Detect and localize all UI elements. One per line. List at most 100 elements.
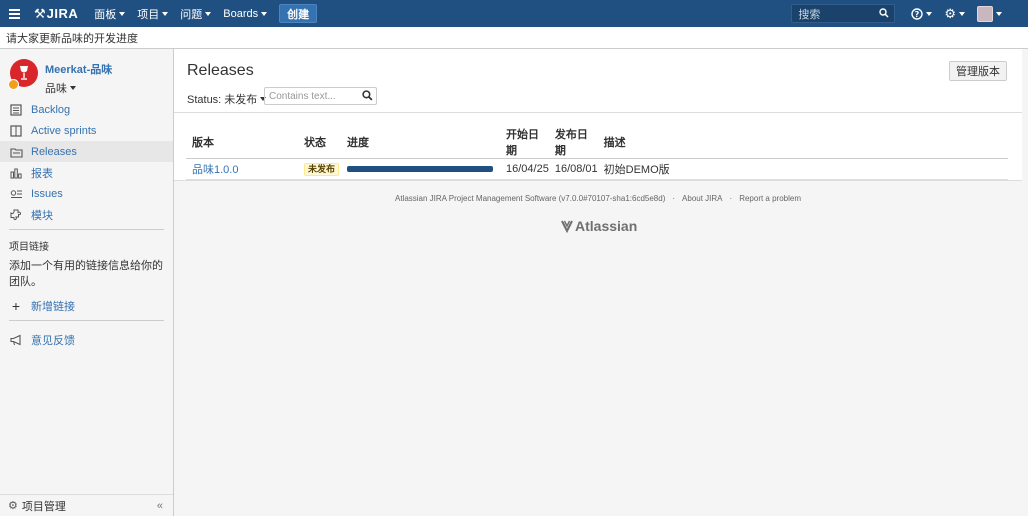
sidebar-item-releases[interactable]: Releases — [0, 141, 173, 162]
nav-dashboards-label: 面板 — [94, 8, 117, 21]
sidebar-item-backlog[interactable]: Backlog — [0, 99, 173, 120]
jira-logo[interactable]: ⚒ JIRA — [34, 6, 78, 22]
chevron-down-icon — [261, 11, 268, 16]
sidebar-item-active-sprints[interactable]: Active sprints — [0, 120, 173, 141]
sidebar-item-label: Issues — [31, 187, 63, 200]
report-problem-link[interactable]: Report a problem — [739, 194, 801, 203]
description: 初始DEMO版 — [597, 158, 1008, 180]
releases-icon — [9, 145, 23, 159]
feedback-link[interactable]: 意见反馈 — [0, 329, 173, 350]
sidebar-item-label: 模块 — [31, 209, 53, 222]
sidebar-item-components[interactable]: 模块 — [0, 204, 173, 225]
feedback-label: 意见反馈 — [31, 334, 75, 347]
search-icon — [362, 90, 373, 101]
project-admin-label: 项目管理 — [21, 500, 66, 513]
nav-issues-label: 问题 — [180, 8, 203, 21]
project-sidebar: Meerkat-品味 品味 Backlog Active sprints Rel… — [0, 49, 174, 516]
sidebar-item-issues[interactable]: Issues — [0, 183, 173, 204]
sidebar-divider — [9, 229, 164, 230]
header-divider — [174, 112, 1022, 113]
search-placeholder: 搜索 — [798, 8, 821, 21]
versions-table: 版本 状态 进度 开始日期 发布日期 描述 品味1.0.0 未发布 16/04/… — [186, 126, 1008, 180]
project-header: Meerkat-品味 品味 — [0, 49, 173, 97]
page-scrollbar[interactable] — [1022, 49, 1028, 516]
nav-projects[interactable]: 项目 — [131, 0, 174, 27]
jira-logo-icon: ⚒ — [34, 5, 46, 21]
gear-icon: ⚙ — [8, 500, 18, 512]
chevron-down-icon — [70, 86, 76, 90]
backlog-icon — [9, 103, 23, 117]
nav-dashboards[interactable]: 面板 — [88, 0, 131, 27]
components-icon — [9, 208, 23, 222]
atlassian-logo-text: Atlassian — [575, 218, 638, 234]
sidebar-item-reports[interactable]: 报表 — [0, 162, 173, 183]
create-button[interactable]: 创建 — [279, 4, 318, 23]
top-navigation-bar: ⚒ JIRA 面板 项目 问题 Boards 创建 搜索 ? ⚙ — [0, 0, 1028, 27]
add-link-button[interactable]: + 新增链接 — [0, 295, 173, 316]
search-icon — [879, 8, 889, 18]
gear-icon: ⚙ — [944, 5, 956, 21]
project-admin-link[interactable]: ⚙ 项目管理 « — [0, 494, 173, 516]
column-header-start-date: 开始日期 — [500, 126, 549, 159]
sidebar-item-label: Active sprints — [31, 124, 97, 137]
version-search-input[interactable]: Contains text... — [264, 87, 377, 105]
page-footer: Atlassian JIRA Project Management Softwa… — [394, 194, 801, 203]
atlassian-logo-icon — [561, 220, 573, 233]
issues-icon — [9, 187, 23, 201]
about-jira-link[interactable]: About JIRA — [682, 194, 722, 203]
project-links-description: 添加一个有用的链接信息给你的团队。 — [9, 260, 163, 288]
nav-boards[interactable]: Boards — [217, 0, 273, 27]
software-version-text: Atlassian JIRA Project Management Softwa… — [394, 194, 666, 203]
progress-bar-fill — [347, 166, 493, 172]
release-date: 16/08/01 — [548, 158, 598, 180]
version-search-placeholder: Contains text... — [269, 90, 336, 102]
sidebar-item-label: 报表 — [31, 167, 53, 180]
sidebar-nav: Backlog Active sprints Releases 报表 Issue… — [0, 99, 173, 225]
megaphone-icon — [9, 333, 23, 347]
nav-boards-label: Boards — [223, 7, 259, 20]
project-avatar[interactable] — [8, 59, 38, 90]
chevron-down-icon — [119, 11, 126, 16]
sidebar-item-label: Backlog — [31, 103, 71, 116]
wine-glass-icon — [20, 66, 28, 80]
nav-issues[interactable]: 问题 — [174, 0, 217, 27]
app-switcher-icon[interactable] — [0, 0, 28, 27]
user-profile-menu[interactable] — [971, 0, 1008, 27]
board-icon — [9, 124, 23, 138]
reports-icon — [9, 166, 23, 180]
project-type-badge — [8, 79, 19, 90]
progress-bar[interactable] — [347, 166, 493, 172]
table-row: 品味1.0.0 未发布 16/04/25 16/08/01 初始DEMO版 — [186, 158, 1008, 180]
atlassian-logo[interactable]: Atlassian — [560, 218, 637, 234]
manage-versions-button[interactable]: 管理版本 — [949, 61, 1007, 81]
help-icon: ? — [911, 7, 924, 20]
status-badge: 未发布 — [304, 162, 340, 176]
sidebar-divider — [9, 320, 164, 321]
plus-icon: + — [11, 297, 21, 314]
help-menu[interactable]: ? — [905, 0, 938, 27]
chevron-down-icon — [996, 11, 1002, 16]
page-title: Releases — [187, 62, 254, 79]
column-header-release-date: 发布日期 — [548, 126, 598, 159]
project-name-link[interactable]: Meerkat-品味 — [45, 61, 112, 77]
svg-text:?: ? — [915, 10, 920, 19]
nav-right-tools: 搜索 ? ⚙ — [791, 0, 1028, 27]
nav-projects-label: 项目 — [137, 8, 160, 21]
chevron-down-icon — [959, 11, 965, 16]
quick-search-input[interactable]: 搜索 — [791, 4, 896, 23]
collapse-sidebar-icon[interactable]: « — [157, 500, 163, 512]
start-date: 16/04/25 — [500, 158, 549, 180]
version-link[interactable]: 品味1.0.0 — [192, 164, 238, 176]
column-header-progress: 进度 — [341, 126, 500, 159]
column-header-version[interactable]: 版本 — [186, 126, 298, 159]
project-links-title: 项目链接 — [9, 242, 49, 253]
chevron-down-icon — [162, 11, 169, 16]
status-filter-label: Status: 未发布 — [187, 94, 258, 106]
table-header-row: 版本 状态 进度 开始日期 发布日期 描述 — [186, 126, 1008, 159]
jira-logo-text: JIRA — [46, 6, 79, 21]
announcement-banner: 请大家更新品味的开发进度 — [0, 27, 1028, 49]
status-filter-dropdown[interactable]: Status: 未发布 — [187, 91, 267, 107]
user-avatar — [977, 5, 993, 22]
board-selector[interactable]: 品味 — [45, 80, 112, 96]
settings-menu[interactable]: ⚙ — [938, 0, 971, 27]
